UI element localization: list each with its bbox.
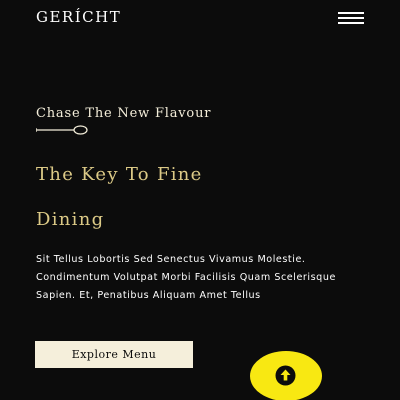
spoon-icon	[36, 125, 88, 135]
hero-heading: The Key To Fine Dining	[36, 152, 366, 242]
hamburger-menu-icon-line-bottom	[338, 22, 364, 24]
hero-heading-line-2: Dining	[36, 209, 105, 230]
hero-heading-line-1: The Key To Fine	[36, 164, 203, 185]
menu-button[interactable]	[338, 12, 364, 24]
explore-menu-button[interactable]: Explore Menu	[35, 341, 193, 368]
hero-subtitle: Chase The New Flavour	[36, 106, 212, 121]
scroll-to-top-button[interactable]	[250, 351, 322, 400]
hamburger-menu-icon-line-top	[338, 12, 364, 14]
hamburger-menu-icon-line-middle	[338, 17, 364, 19]
hero-description: Sit Tellus Lobortis Sed Senectus Vivamus…	[36, 254, 336, 301]
brand-logo[interactable]: GERÍCHT	[36, 8, 121, 26]
page: GERÍCHT Chase The New Flavour The Key To…	[0, 0, 400, 400]
arrow-up-icon	[275, 365, 296, 386]
